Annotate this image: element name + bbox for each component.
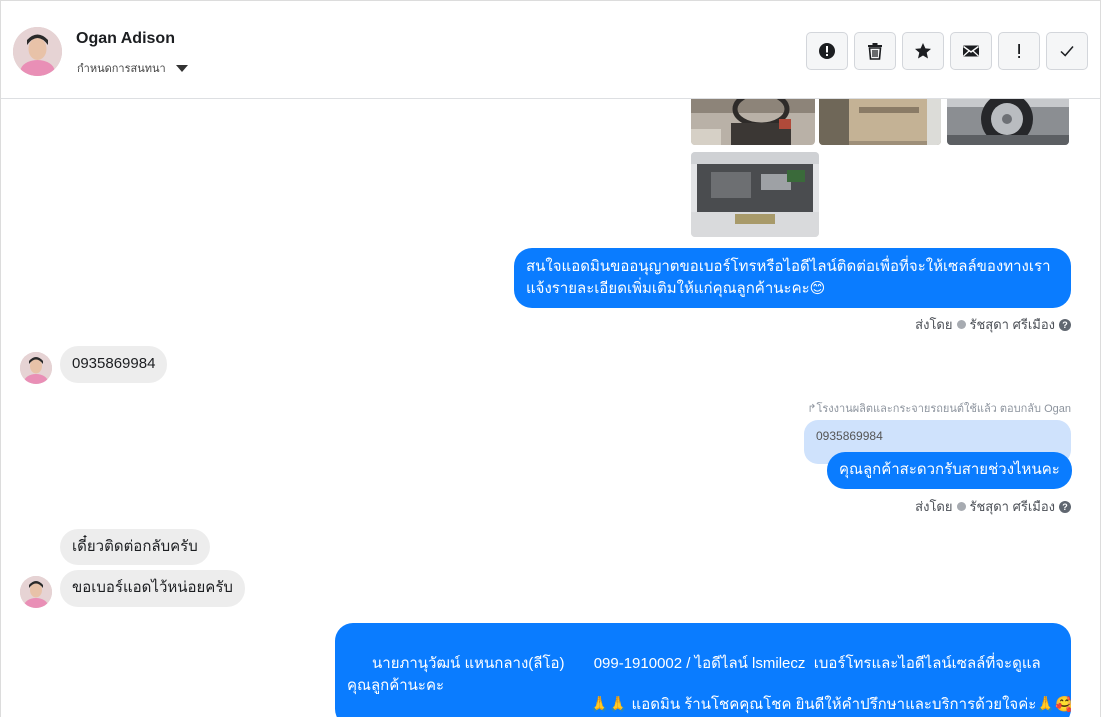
sent-by-info: ส่งโดย รัชสุดา ศรีเมือง ? (915, 314, 1071, 335)
flag-button[interactable] (998, 32, 1040, 70)
agent-avatar-icon (956, 320, 966, 329)
outgoing-message[interactable]: คุณลูกค้าสะดวกรับสายช่วงไหนคะ (827, 452, 1072, 489)
incoming-message[interactable]: 0935869984 (60, 346, 168, 383)
sender-name[interactable]: รัชสุดา ศรีเมือง (970, 496, 1056, 517)
sender-name[interactable]: รัชสุดา ศรีเมือง (970, 314, 1056, 335)
message-text: คุณลูกค้าสะดวกรับสายช่วงไหนคะ (839, 461, 1060, 478)
message-text: เดี๋ยวติดต่อกลับครับ (72, 538, 198, 555)
sent-by-label: ส่งโดย (915, 317, 953, 332)
message-text: สนใจแอดมินขออนุญาตขอเบอร์โทรหรือไอดีไลน์… (526, 258, 1051, 297)
delete-button[interactable] (854, 32, 896, 70)
contact-name: Ogan Adison (76, 30, 175, 47)
mark-done-button[interactable] (1046, 32, 1088, 70)
outgoing-message[interactable]: สนใจแอดมินขออนุญาตขอเบอร์โทรหรือไอดีไลน์… (514, 248, 1071, 308)
conversation-window: Ogan Adison กำหนดการสนทนา สนใจแอดมินขออน… (0, 0, 1101, 717)
outgoing-message[interactable]: 🙏🙏 แอดมิน ร้านโชคคุณโชค ยินดีให้คำปรึกษา… (578, 686, 1071, 717)
contact-avatar-small[interactable] (20, 576, 52, 608)
sent-by-info: ส่งโดย รัชสุดา ศรีเมือง ? (915, 496, 1071, 517)
message-thread[interactable]: สนใจแอดมินขออนุญาตขอเบอร์โทรหรือไอดีไลน์… (1, 99, 1100, 717)
caret-down-icon (175, 64, 188, 72)
contact-avatar-small[interactable] (20, 352, 52, 384)
agent-avatar-icon (956, 502, 966, 511)
conversation-header: Ogan Adison กำหนดการสนทนา (1, 1, 1100, 99)
car-photo-engine[interactable] (691, 152, 819, 237)
mark-unread-button[interactable] (950, 32, 992, 70)
star-icon (915, 43, 931, 59)
quoted-text: 0935869984 (816, 429, 883, 443)
car-photo-wheel[interactable] (947, 99, 1069, 145)
check-icon (1060, 46, 1074, 57)
exclamation-icon (1018, 44, 1020, 58)
contact-avatar[interactable] (13, 27, 62, 76)
star-button[interactable] (902, 32, 944, 70)
message-text: ขอเบอร์แอดไว้หน่อยครับ (72, 579, 233, 596)
message-text: 0935869984 (72, 355, 156, 372)
conversation-setting-dropdown[interactable]: กำหนดการสนทนา (77, 59, 188, 77)
help-icon[interactable]: ? (1059, 318, 1071, 331)
conversation-setting-label: กำหนดการสนทนา (77, 63, 166, 75)
incoming-message[interactable]: เดี๋ยวติดต่อกลับครับ (60, 529, 210, 565)
reply-note: ↱โรงงานผลิตและกระจายรถยนต์ใช้แล้ว ตอบกลั… (807, 403, 1071, 415)
trash-icon (868, 43, 882, 60)
car-photo-interior[interactable] (691, 99, 815, 145)
car-photo-door[interactable] (819, 99, 941, 145)
alert-circle-icon (819, 43, 835, 59)
incoming-message[interactable]: ขอเบอร์แอดไว้หน่อยครับ (60, 570, 245, 607)
sent-by-label: ส่งโดย (915, 499, 953, 514)
help-icon[interactable]: ? (1059, 500, 1071, 513)
envelope-icon (963, 45, 979, 57)
header-actions (806, 32, 1088, 70)
message-text: 🙏🙏 แอดมิน ร้านโชคคุณโชค ยินดีให้คำปรึกษา… (590, 696, 1071, 713)
mark-spam-button[interactable] (806, 32, 848, 70)
